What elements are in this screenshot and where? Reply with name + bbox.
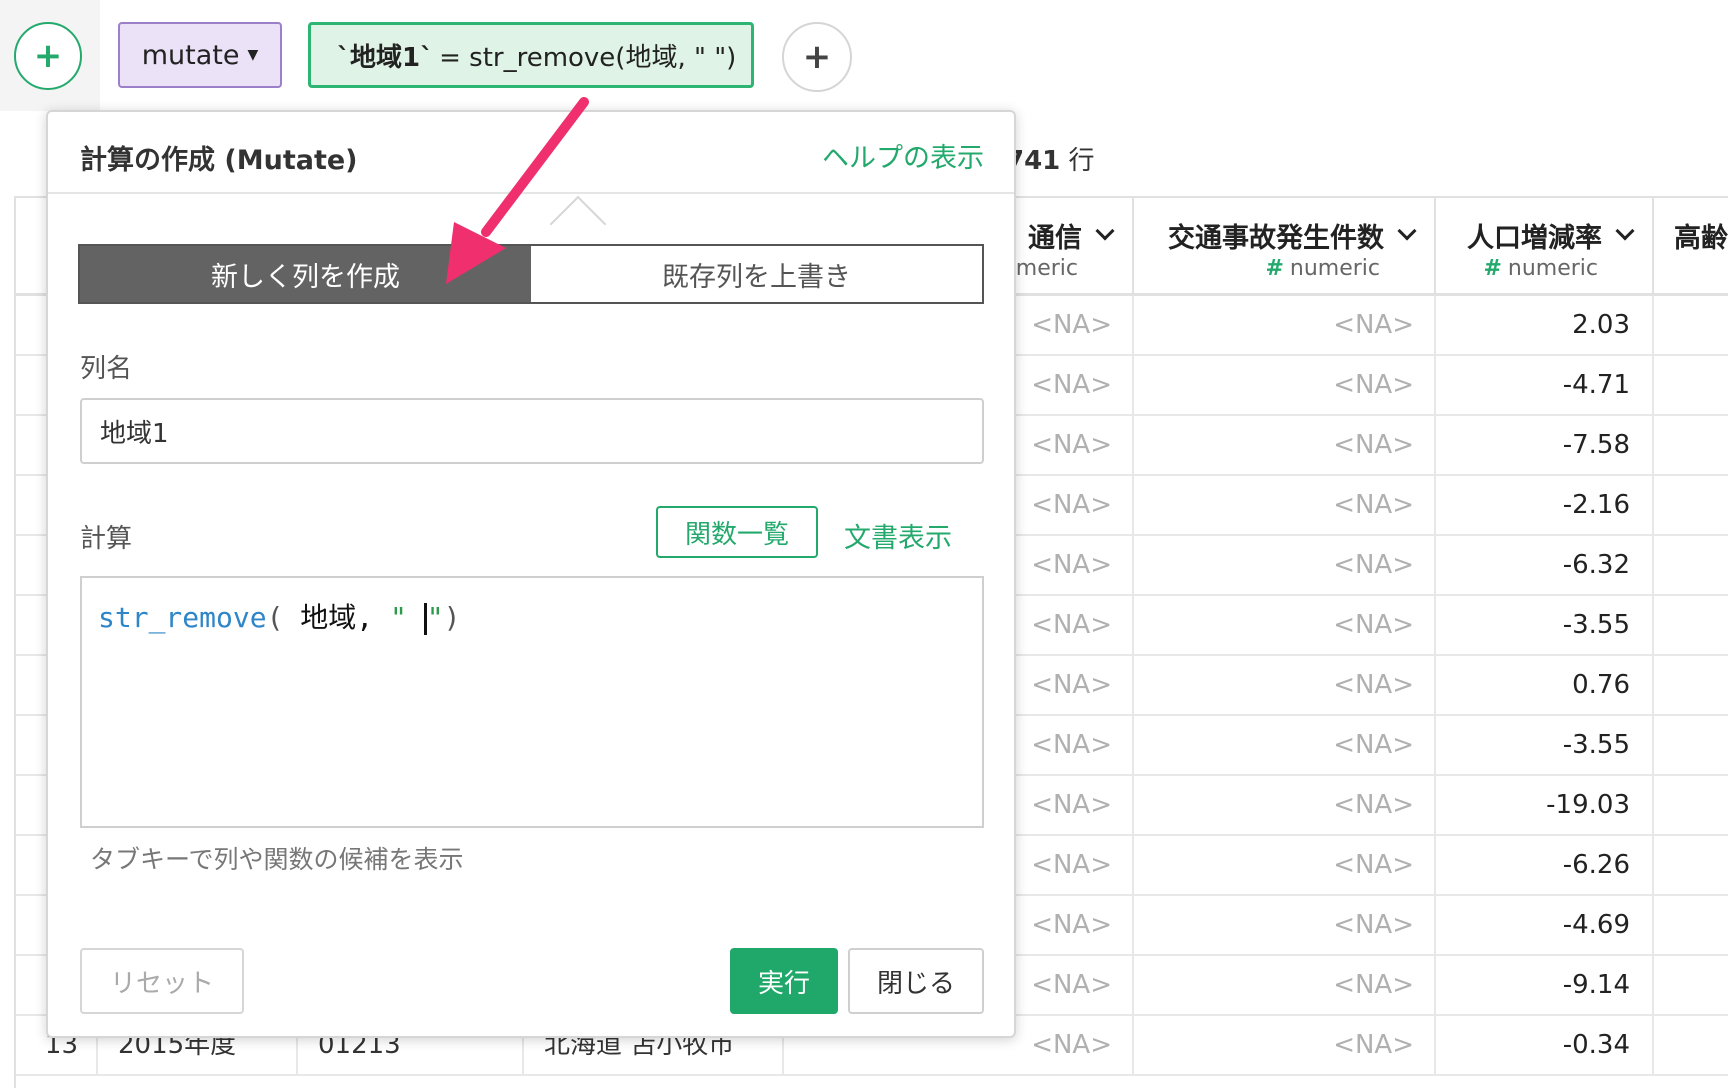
column-name-label: 列名: [80, 354, 133, 384]
add-step-button[interactable]: +: [14, 22, 82, 90]
row-count: 741 行: [1006, 140, 1095, 177]
table-cell: <NA>: [1134, 776, 1436, 836]
expression-text: = str_remove(地域, " "): [439, 42, 737, 73]
reset-button[interactable]: リセット: [80, 948, 244, 1014]
plus-icon: +: [802, 37, 832, 77]
chevron-down-icon[interactable]: [1397, 221, 1417, 241]
autocomplete-hint: タブキーで列や関数の候補を表示: [90, 845, 464, 874]
code-argument: 地域,: [283, 601, 391, 634]
command-label: mutate: [141, 39, 240, 71]
table-cell: -7.58: [1436, 416, 1654, 476]
chevron-down-icon[interactable]: [1615, 221, 1635, 241]
column-name: 高齢夫: [1674, 223, 1728, 254]
doc-link[interactable]: 文書表示: [844, 516, 952, 555]
table-cell: <NA>: [1134, 416, 1436, 476]
table-cell: <NA>: [1134, 956, 1436, 1016]
function-list-button[interactable]: 関数一覧: [656, 506, 818, 558]
pipeline-bar: + mutate ▼ `地域1` = str_remove(地域, " ") +: [0, 0, 1728, 111]
column-name-input[interactable]: 地域1: [80, 398, 984, 464]
table-cell: -4.71: [1436, 356, 1654, 416]
table-cell: [1654, 896, 1728, 956]
table-cell: [1654, 956, 1728, 1016]
table-cell: -0.34: [1436, 1016, 1654, 1076]
plus-icon: +: [33, 36, 63, 76]
table-cell: <NA>: [1134, 656, 1436, 716]
mode-toggle: 新しく列を作成 既存列を上書き: [78, 244, 984, 304]
table-cell: [1654, 1016, 1728, 1076]
dialog-title: 計算の作成 (Mutate): [80, 145, 358, 176]
table-cell: <NA>: [1134, 296, 1436, 356]
table-cell: -6.32: [1436, 536, 1654, 596]
table-cell: [1654, 716, 1728, 776]
run-button[interactable]: 実行: [730, 948, 838, 1014]
column-name: 交通事故発生件数: [1168, 223, 1384, 254]
column-name: 人口増減率: [1467, 223, 1602, 254]
table-cell: [1654, 296, 1728, 356]
column-header-elderly[interactable]: 高齢夫: [1654, 198, 1728, 296]
mode-overwrite[interactable]: 既存列を上書き: [531, 246, 982, 302]
table-cell: -3.55: [1436, 596, 1654, 656]
caret-down-icon: ▼: [247, 47, 259, 63]
column-type: #numeric: [1265, 256, 1380, 281]
table-cell: -3.55: [1436, 716, 1654, 776]
expression-target: `地域1`: [337, 42, 434, 73]
table-cell: [1654, 416, 1728, 476]
code-string-open: ": [390, 601, 424, 634]
column-header-accidents[interactable]: 交通事故発生件数 # numeric: [1134, 198, 1436, 296]
table-cell: [1654, 596, 1728, 656]
calc-label: 計算: [80, 524, 133, 554]
table-cell: -6.26: [1436, 836, 1654, 896]
table-cell: -4.69: [1436, 896, 1654, 956]
hash-icon: #: [1483, 256, 1502, 281]
code-editor[interactable]: str_remove( 地域, " "): [80, 576, 984, 828]
code-paren: ): [443, 601, 461, 634]
row-count-unit: 行: [1068, 146, 1095, 176]
table-cell: <NA>: [1134, 836, 1436, 896]
chevron-down-icon[interactable]: [1095, 221, 1115, 241]
code-function: str_remove: [98, 601, 267, 634]
table-cell: -2.16: [1436, 476, 1654, 536]
table-cell: <NA>: [1134, 596, 1436, 656]
help-link[interactable]: ヘルプの表示: [822, 136, 984, 175]
table-cell: <NA>: [1134, 1016, 1436, 1076]
table-cell: [1654, 476, 1728, 536]
table-cell: [1654, 836, 1728, 896]
table-cell: [1654, 656, 1728, 716]
code-string-close: ": [426, 601, 444, 634]
table-cell: [1654, 536, 1728, 596]
column-type: #numeric: [1483, 256, 1598, 281]
mutate-dialog: 計算の作成 (Mutate) ヘルプの表示 新しく列を作成 既存列を上書き 列名…: [46, 110, 1016, 1038]
table-cell: <NA>: [1134, 536, 1436, 596]
table-cell: -9.14: [1436, 956, 1654, 1016]
table-cell: [1654, 356, 1728, 416]
expression-chip[interactable]: `地域1` = str_remove(地域, " "): [308, 22, 754, 88]
table-cell: <NA>: [1134, 356, 1436, 416]
code-paren: (: [266, 601, 284, 634]
mode-new-column[interactable]: 新しく列を作成: [80, 246, 531, 302]
table-cell: 0.76: [1436, 656, 1654, 716]
table-cell: <NA>: [1134, 476, 1436, 536]
column-header-population-change[interactable]: 人口増減率 # numeric: [1436, 198, 1654, 296]
command-chip[interactable]: mutate ▼: [118, 22, 282, 88]
table-cell: -19.03: [1436, 776, 1654, 836]
dialog-header: 計算の作成 (Mutate) ヘルプの表示: [48, 112, 1014, 194]
table-cell: <NA>: [1134, 716, 1436, 776]
close-button[interactable]: 閉じる: [848, 948, 984, 1014]
table-cell: <NA>: [1134, 896, 1436, 956]
add-after-button[interactable]: +: [782, 22, 852, 92]
table-cell: 2.03: [1436, 296, 1654, 356]
table-cell: [1654, 776, 1728, 836]
hash-icon: #: [1265, 256, 1284, 281]
column-name: 通信: [1028, 223, 1082, 254]
